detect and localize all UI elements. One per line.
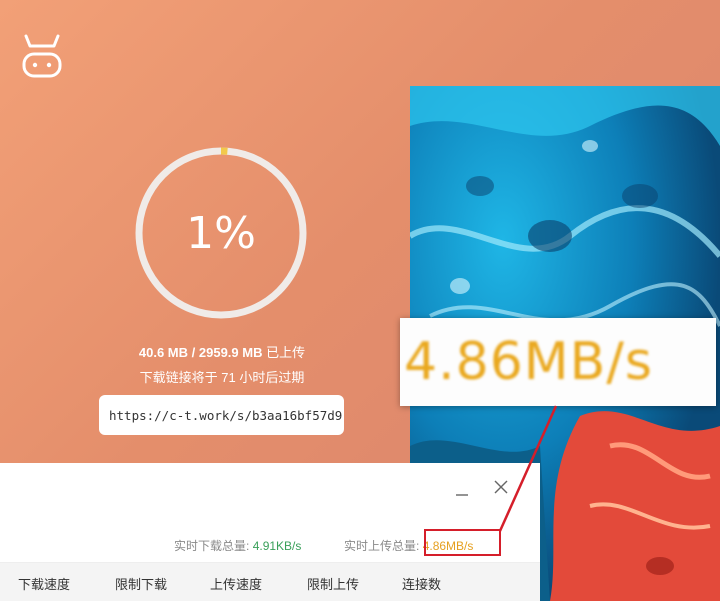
- total-size: 2959.9 MB: [198, 345, 263, 360]
- upload-stats: 40.6 MB / 2959.9 MB 已上传: [100, 342, 344, 361]
- uploaded-size: 40.6 MB: [138, 345, 189, 360]
- download-speed-label: 实时下载总量:: [174, 539, 250, 553]
- share-link-field[interactable]: https://c-t.work/s/b3aa16bf57d9: [99, 395, 344, 435]
- cow-logo-icon: [22, 34, 62, 78]
- tab-connections[interactable]: 连接数: [402, 574, 441, 593]
- upload-speed-label: 实时上传总量:: [344, 539, 420, 553]
- download-speed-value: 4.91KB/s: [252, 539, 302, 553]
- upload-status: 已上传: [266, 345, 306, 360]
- size-separator: /: [188, 345, 199, 360]
- zoomed-speed-text: 4.86MB/s: [404, 332, 653, 392]
- download-speed-readout: 实时下载总量: 4.91KB/s: [174, 537, 301, 554]
- minimize-icon[interactable]: [454, 485, 470, 501]
- share-link-text: https://c-t.work/s/b3aa16bf57d9: [109, 407, 343, 423]
- tab-upload-speed[interactable]: 上传速度: [210, 574, 262, 593]
- expire-notice: 下载链接将于 71 小时后过期: [139, 370, 305, 385]
- tab-limit-download[interactable]: 限制下载: [115, 574, 167, 593]
- upload-progress-ring: 1%: [134, 146, 308, 320]
- tab-limit-upload[interactable]: 限制上传: [307, 574, 359, 593]
- speed-zoom-callout: 4.86MB/s: [400, 318, 716, 406]
- close-icon[interactable]: [492, 478, 510, 496]
- progress-percent: 1%: [186, 207, 256, 259]
- upload-speed-highlight-box: [424, 529, 501, 556]
- tab-download-speed[interactable]: 下载速度: [18, 574, 70, 593]
- bottom-tab-bar: [0, 563, 540, 601]
